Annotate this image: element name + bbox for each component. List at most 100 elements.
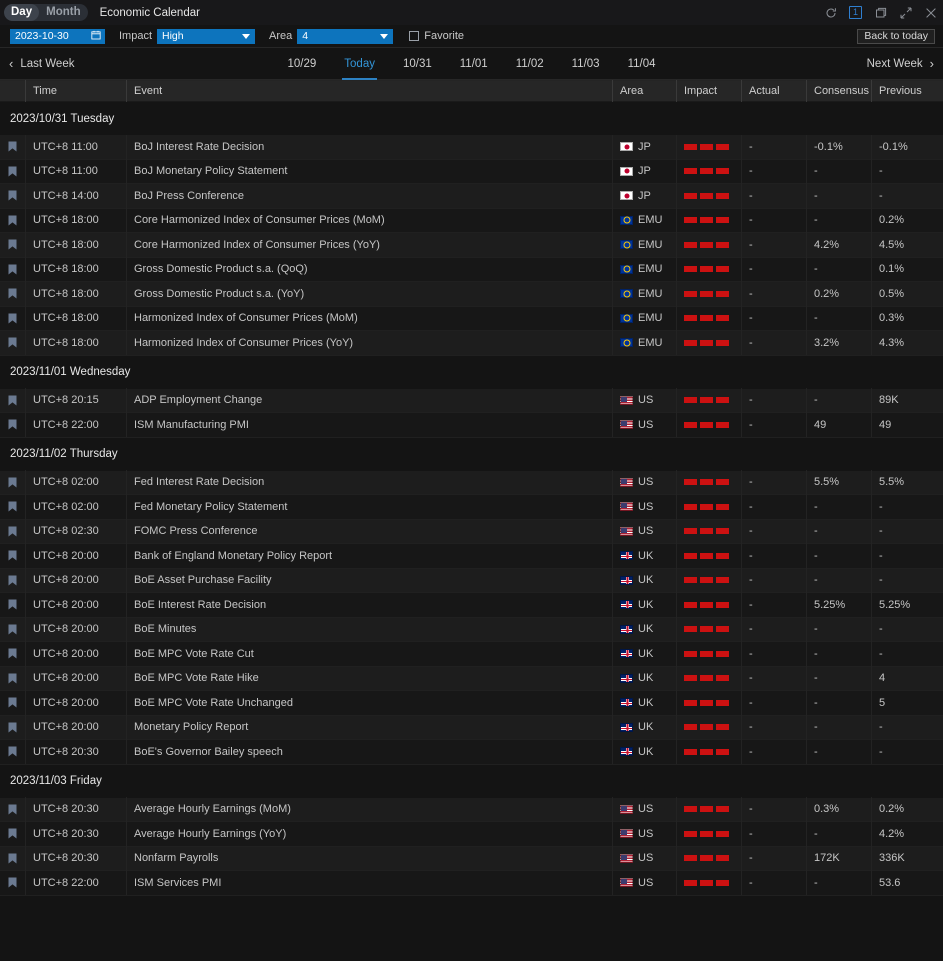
column-header-previous[interactable]: Previous [872,80,943,102]
bookmark-icon[interactable] [0,495,26,520]
table-row[interactable]: UTC+8 20:15ADP Employment ChangeUS--89K [0,389,943,414]
bookmark-icon[interactable] [0,715,26,740]
table-row[interactable]: UTC+8 20:00Bank of England Monetary Poli… [0,544,943,569]
favorite-filter-checkbox[interactable]: Favorite [409,30,464,42]
us-flag-icon [620,502,633,511]
calendar-table-body[interactable]: 2023/10/31 TuesdayUTC+8 11:00BoJ Interes… [0,102,943,940]
bookmark-icon[interactable] [0,544,26,569]
table-row[interactable]: UTC+8 18:00Core Harmonized Index of Cons… [0,209,943,234]
bookmark-icon[interactable] [0,568,26,593]
day-tab[interactable]: 11/03 [558,48,614,80]
column-header-area[interactable]: Area [613,80,677,102]
table-row[interactable]: UTC+8 20:30Nonfarm PayrollsUS-172K336K [0,847,943,872]
refresh-icon[interactable] [824,6,837,19]
bookmark-icon[interactable] [0,519,26,544]
table-row[interactable]: UTC+8 20:00BoE Interest Rate DecisionUK-… [0,593,943,618]
table-row[interactable]: UTC+8 20:30Average Hourly Earnings (MoM)… [0,798,943,823]
bookmark-icon[interactable] [0,331,26,356]
restore-window-icon[interactable] [874,6,887,19]
column-header-consensus[interactable]: Consensus [807,80,872,102]
table-row[interactable]: UTC+8 20:30Average Hourly Earnings (YoY)… [0,822,943,847]
bookmark-icon[interactable] [0,871,26,896]
impact-bar [716,855,729,861]
bookmark-icon[interactable] [0,388,26,413]
table-row[interactable]: UTC+8 18:00Harmonized Index of Consumer … [0,331,943,356]
bookmark-icon[interactable] [0,593,26,618]
bookmark-icon[interactable] [0,208,26,233]
table-row[interactable]: UTC+8 18:00Gross Domestic Product s.a. (… [0,258,943,283]
title-bar: Day Month Economic Calendar 1 [0,0,943,25]
bookmark-icon[interactable] [0,233,26,258]
close-icon[interactable] [924,6,937,19]
table-row[interactable]: UTC+8 20:00BoE Asset Purchase FacilityUK… [0,569,943,594]
cell-time: UTC+8 18:00 [26,331,127,356]
cell-consensus: - [807,495,872,520]
bookmark-icon[interactable] [0,257,26,282]
bookmark-icon[interactable] [0,282,26,307]
column-header-impact[interactable]: Impact [677,80,742,102]
table-row[interactable]: UTC+8 11:00BoJ Monetary Policy Statement… [0,160,943,185]
table-row[interactable]: UTC+8 20:00BoE MPC Vote Rate CutUK--- [0,642,943,667]
bookmark-icon[interactable] [0,184,26,209]
area-filter-dropdown[interactable]: 4 [297,29,393,44]
cell-actual: - [742,740,807,765]
bookmark-icon[interactable] [0,691,26,716]
day-tab[interactable]: 11/04 [614,48,670,80]
view-mode-month[interactable]: Month [39,4,87,21]
bookmark-icon[interactable] [0,135,26,160]
back-to-today-button[interactable]: Back to today [857,29,935,44]
column-header-event[interactable]: Event [127,80,613,102]
table-row[interactable]: UTC+8 02:30FOMC Press ConferenceUS--- [0,520,943,545]
table-row[interactable]: UTC+8 02:00Fed Interest Rate DecisionUS-… [0,471,943,496]
jp-flag-icon [620,191,633,200]
day-tab[interactable]: Today [330,48,389,80]
bookmark-icon[interactable] [0,666,26,691]
day-tab[interactable]: 11/01 [446,48,502,80]
impact-bar [700,168,713,174]
next-week-button[interactable]: Next Week › [867,57,934,70]
chevron-left-icon: ‹ [9,57,13,70]
table-row[interactable]: UTC+8 20:30BoE's Governor Bailey speechU… [0,740,943,765]
impact-bars [684,675,729,681]
table-row[interactable]: UTC+8 22:00ISM Services PMIUS--53.6 [0,871,943,896]
bookmark-icon[interactable] [0,797,26,822]
bookmark-icon[interactable] [0,822,26,847]
bookmark-icon[interactable] [0,306,26,331]
window-count-badge[interactable]: 1 [849,6,862,19]
cell-previous: - [872,519,943,544]
table-row[interactable]: UTC+8 22:00ISM Manufacturing PMIUS-4949 [0,413,943,438]
bookmark-icon[interactable] [0,413,26,438]
table-row[interactable]: UTC+8 11:00BoJ Interest Rate DecisionJP-… [0,135,943,160]
view-mode-day[interactable]: Day [4,4,39,21]
day-tab[interactable]: 11/02 [502,48,558,80]
area-code-label: EMU [638,233,662,258]
table-row[interactable]: UTC+8 18:00Harmonized Index of Consumer … [0,307,943,332]
bookmark-icon[interactable] [0,159,26,184]
date-picker[interactable]: 2023-10-30 [10,29,105,44]
bookmark-icon[interactable] [0,617,26,642]
table-row[interactable]: UTC+8 02:00Fed Monetary Policy Statement… [0,495,943,520]
bookmark-icon[interactable] [0,846,26,871]
expand-icon[interactable] [899,6,912,19]
last-week-button[interactable]: ‹ Last Week [9,57,74,70]
table-row[interactable]: UTC+8 14:00BoJ Press ConferenceJP--- [0,184,943,209]
bookmark-icon[interactable] [0,740,26,765]
bookmark-icon[interactable] [0,642,26,667]
table-row[interactable]: UTC+8 20:00BoE MinutesUK--- [0,618,943,643]
table-row[interactable]: UTC+8 18:00Gross Domestic Product s.a. (… [0,282,943,307]
table-row[interactable]: UTC+8 20:00BoE MPC Vote Rate HikeUK--4 [0,667,943,692]
table-row[interactable]: UTC+8 18:00Core Harmonized Index of Cons… [0,233,943,258]
column-header-actual[interactable]: Actual [742,80,807,102]
day-tab[interactable]: 10/29 [274,48,331,80]
impact-filter-dropdown[interactable]: High [157,29,255,44]
table-row[interactable]: UTC+8 20:00Monetary Policy ReportUK--- [0,716,943,741]
bookmark-icon[interactable] [0,470,26,495]
cell-impact [677,413,742,438]
table-row[interactable]: UTC+8 20:00BoE MPC Vote Rate UnchangedUK… [0,691,943,716]
view-mode-switcher[interactable]: Day Month [4,4,88,21]
cell-previous: 0.3% [872,306,943,331]
cell-event: Gross Domestic Product s.a. (YoY) [127,282,613,307]
day-tab[interactable]: 10/31 [389,48,446,80]
column-header-time[interactable]: Time [26,80,127,102]
last-week-label: Last Week [20,58,74,70]
